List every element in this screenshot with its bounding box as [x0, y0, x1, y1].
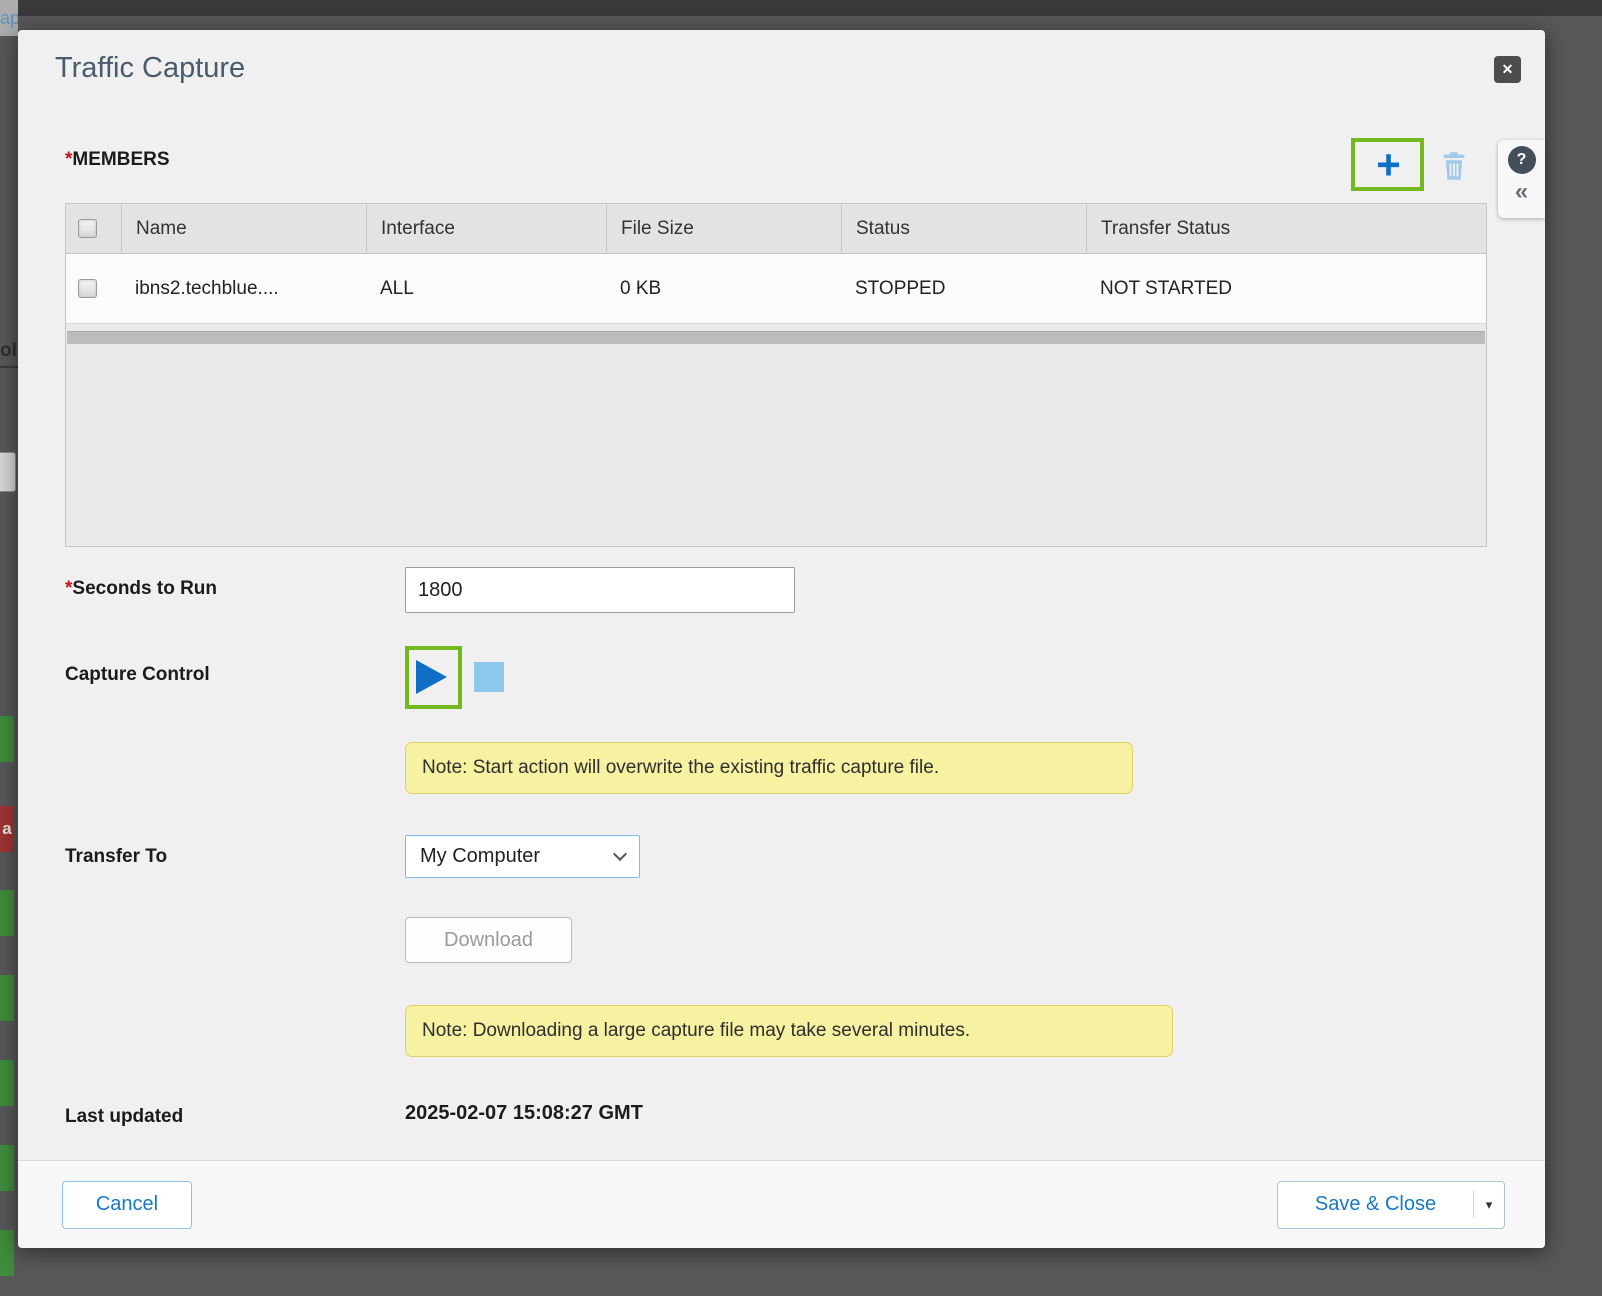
- stop-capture-button[interactable]: [474, 662, 504, 692]
- cell-transfer-status: NOT STARTED: [1086, 254, 1486, 323]
- cell-status: STOPPED: [841, 254, 1086, 323]
- background-green-fragment: [0, 1230, 14, 1276]
- help-icon: ?: [1517, 151, 1527, 169]
- header-transfer-status[interactable]: Transfer Status: [1086, 204, 1486, 253]
- delete-member-button[interactable]: [1440, 150, 1468, 182]
- help-button[interactable]: ?: [1508, 146, 1536, 174]
- add-member-button[interactable]: +: [1361, 142, 1416, 187]
- close-icon: ✕: [1502, 61, 1514, 78]
- start-note: Note: Start action will overwrite the ex…: [405, 742, 1133, 794]
- background-green-fragment: [0, 890, 14, 936]
- background-text-fragment: ap: [0, 0, 18, 36]
- background-green-fragment: [0, 1145, 14, 1191]
- chevron-down-icon: [613, 847, 627, 861]
- plus-icon: +: [1376, 144, 1401, 186]
- members-label-text: MEMBERS: [72, 149, 169, 170]
- transfer-to-select[interactable]: My Computer: [405, 835, 640, 878]
- last-updated-label: Last updated: [65, 1106, 183, 1128]
- collapse-panel-button[interactable]: «: [1515, 180, 1528, 204]
- seconds-to-run-label-text: Seconds to Run: [72, 578, 217, 599]
- background-green-fragment: [0, 1060, 14, 1106]
- seconds-to-run-label: *Seconds to Run: [65, 578, 217, 600]
- capture-control-label: Capture Control: [65, 664, 210, 686]
- header-file-size[interactable]: File Size: [606, 204, 841, 253]
- horizontal-scrollbar[interactable]: [67, 331, 1485, 344]
- page-background: ap ol a Traffic Capture ✕ *MEMBERS +: [0, 0, 1602, 1296]
- members-table: Name Interface File Size Status Transfer…: [65, 203, 1487, 547]
- table-row[interactable]: ibns2.techblue.... ALL 0 KB STOPPED NOT …: [66, 254, 1486, 324]
- background-red-fragment: a: [0, 806, 14, 852]
- play-icon: [416, 660, 447, 694]
- seconds-to-run-input[interactable]: [405, 567, 795, 613]
- transfer-to-value: My Computer: [420, 845, 615, 868]
- members-label: *MEMBERS: [65, 149, 170, 171]
- background-text-fragment: ol: [0, 336, 18, 368]
- background-green-fragment: [0, 975, 14, 1021]
- help-panel-tab: ? «: [1498, 140, 1545, 218]
- cell-name: ibns2.techblue....: [121, 254, 366, 323]
- row-checkbox-cell: [66, 254, 121, 323]
- last-updated-value: 2025-02-07 15:08:27 GMT: [405, 1102, 643, 1125]
- header-checkbox-cell: [66, 204, 121, 253]
- trash-icon: [1440, 150, 1468, 182]
- header-name[interactable]: Name: [121, 204, 366, 253]
- row-checkbox[interactable]: [78, 279, 97, 298]
- cancel-button[interactable]: Cancel: [62, 1181, 192, 1229]
- background-green-fragment: [0, 716, 14, 762]
- save-close-button[interactable]: Save & Close ▾: [1277, 1181, 1505, 1229]
- cell-interface: ALL: [366, 254, 606, 323]
- caret-down-icon[interactable]: ▾: [1474, 1197, 1504, 1213]
- download-note: Note: Downloading a large capture file m…: [405, 1005, 1173, 1057]
- header-interface[interactable]: Interface: [366, 204, 606, 253]
- background-top-bar: [0, 0, 1602, 16]
- cell-file-size: 0 KB: [606, 254, 841, 323]
- background-input-fragment: [0, 452, 16, 492]
- save-close-label: Save & Close: [1278, 1193, 1473, 1216]
- close-button[interactable]: ✕: [1494, 56, 1521, 83]
- table-header-row: Name Interface File Size Status Transfer…: [66, 204, 1486, 254]
- select-all-checkbox[interactable]: [78, 219, 97, 238]
- download-button[interactable]: Download: [405, 917, 572, 963]
- dialog-footer: Cancel Save & Close ▾: [18, 1160, 1545, 1248]
- header-status[interactable]: Status: [841, 204, 1086, 253]
- transfer-to-label: Transfer To: [65, 846, 167, 868]
- start-capture-button[interactable]: [416, 659, 452, 695]
- dialog-title: Traffic Capture: [55, 52, 245, 85]
- traffic-capture-dialog: Traffic Capture ✕ *MEMBERS + Name Interf…: [18, 30, 1545, 1248]
